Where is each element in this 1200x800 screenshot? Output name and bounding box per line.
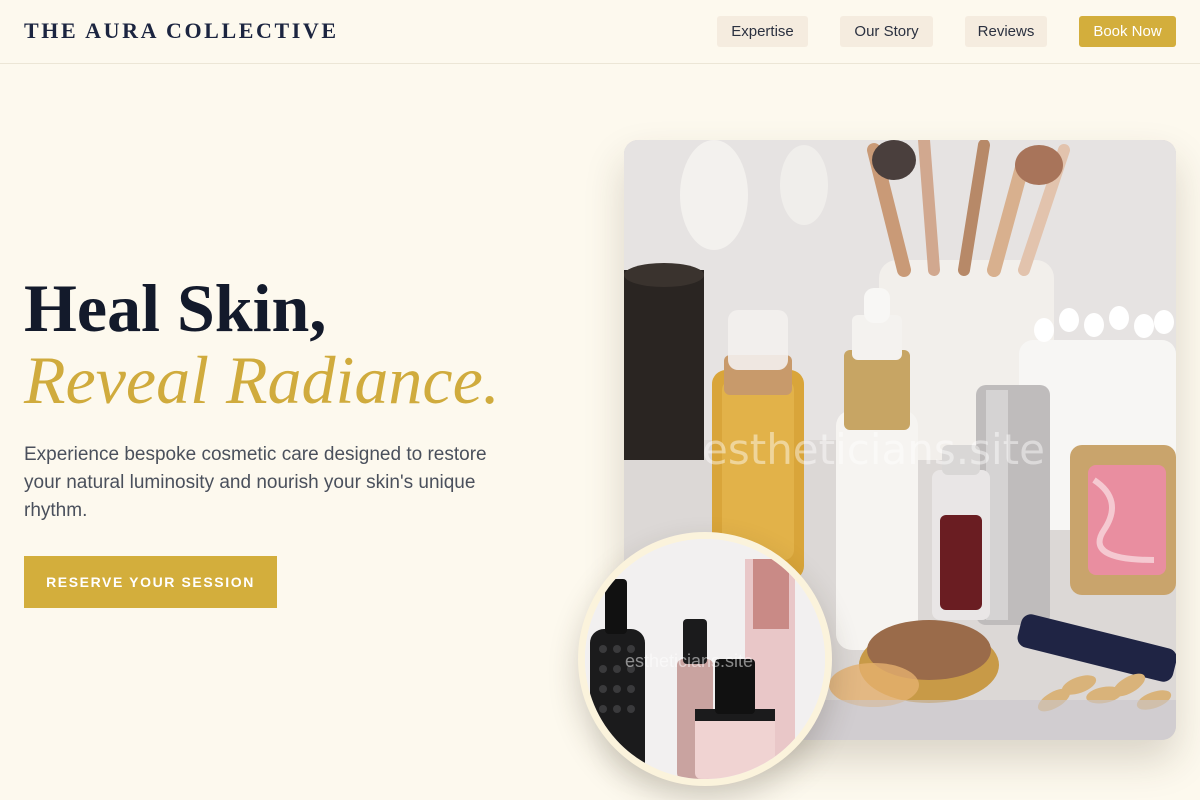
inset-photo-watermark: estheticians.site: [625, 651, 754, 671]
reserve-session-button[interactable]: RESERVE YOUR SESSION: [24, 556, 277, 608]
nav-our-story-link[interactable]: Our Story: [840, 16, 933, 47]
hero-title-line2: Reveal Radiance.: [24, 342, 500, 418]
site-header: THE AURA COLLECTIVE Expertise Our Story …: [0, 0, 1200, 64]
nav-reviews-link[interactable]: Reviews: [965, 16, 1047, 47]
nav-expertise-link[interactable]: Expertise: [717, 16, 808, 47]
brand-logo[interactable]: THE AURA COLLECTIVE: [24, 18, 339, 44]
book-now-button[interactable]: Book Now: [1079, 16, 1176, 47]
perfume-bottles-photo: estheticians.site: [578, 532, 832, 786]
hero-title-line1: Heal Skin,: [24, 270, 327, 346]
main-photo-watermark: estheticians.site: [702, 425, 1045, 474]
hero-description: Experience bespoke cosmetic care designe…: [24, 444, 487, 521]
